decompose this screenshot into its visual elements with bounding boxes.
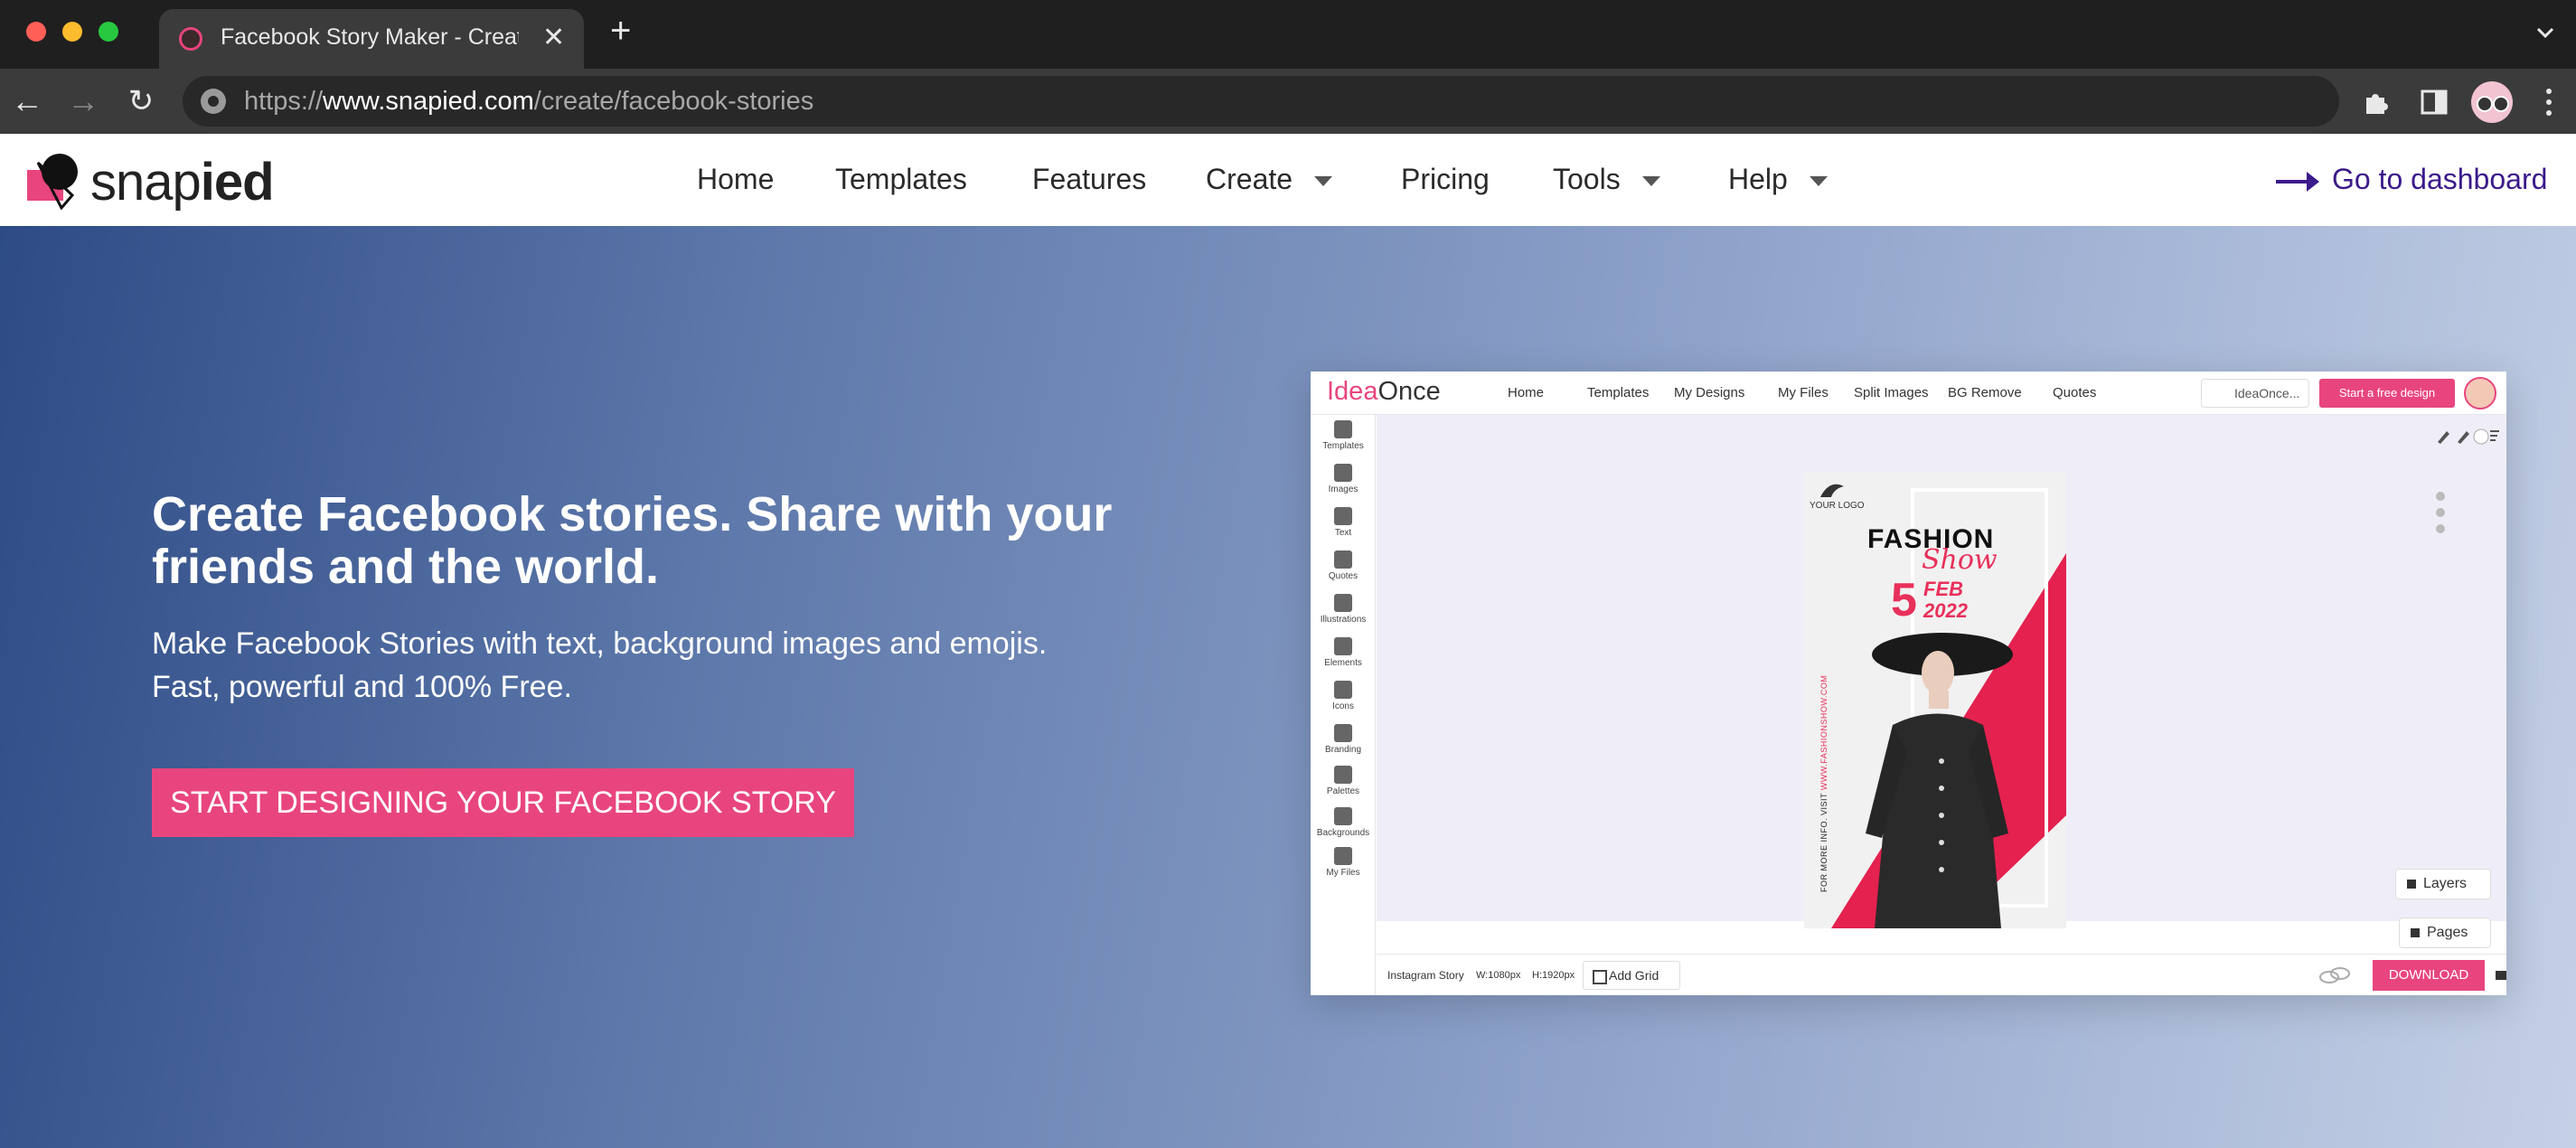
mockup-download-button: DOWNLOAD bbox=[2373, 960, 2485, 991]
mockup-side-text: Text bbox=[1311, 507, 1376, 538]
snapied-logo-text[interactable]: snapied bbox=[90, 152, 275, 212]
chevron-down-icon bbox=[1314, 176, 1333, 187]
editor-preview-image: IdeaOnce Home Templates My Designs My Fi… bbox=[1311, 372, 2506, 995]
nav-help[interactable]: Help bbox=[1728, 134, 1828, 226]
nav-create[interactable]: Create bbox=[1206, 134, 1333, 226]
nav-pricing[interactable]: Pricing bbox=[1401, 134, 1490, 226]
close-window-button[interactable] bbox=[26, 22, 46, 42]
forward-arrow-icon[interactable]: → bbox=[65, 81, 101, 121]
mockup-nav-split-images: Split Images bbox=[1854, 385, 1929, 400]
mockup-layers-button: Layers bbox=[2395, 869, 2491, 899]
leaf-icon bbox=[1334, 681, 1352, 699]
browser-menu-icon[interactable] bbox=[2540, 85, 2558, 119]
hero-subtitle: Make Facebook Stories with text, backgro… bbox=[152, 626, 1048, 704]
mockup-tool-icons bbox=[2438, 428, 2499, 445]
mockup-side-templates: Templates bbox=[1311, 420, 1376, 451]
image-icon bbox=[1334, 464, 1352, 482]
hero-title: Create Facebook stories. Share with your… bbox=[152, 487, 1113, 594]
poster-date: FEB 2022 bbox=[1923, 578, 1968, 622]
browser-tab-bar: Facebook Story Maker - Create ✕ + bbox=[0, 0, 2576, 69]
mockup-side-elements: Elements bbox=[1311, 637, 1376, 668]
url-text[interactable]: https://www.snapied.com/create/facebook-… bbox=[244, 87, 813, 117]
nav-home[interactable]: Home bbox=[697, 134, 774, 226]
mockup-canvas: YOUR LOGO FASHION Show 5 FEB 2022 FOR MOR… bbox=[1377, 415, 2506, 928]
browser-tab-active[interactable]: Facebook Story Maker - Create ✕ bbox=[159, 9, 584, 69]
browser-toolbar: ← → ↻ https://www.snapied.com/create/fac… bbox=[0, 69, 2576, 134]
mockup-topbar: IdeaOnce Home Templates My Designs My Fi… bbox=[1311, 372, 2506, 415]
go-to-dashboard-link[interactable]: Go to dashboard bbox=[2276, 134, 2547, 226]
quote-icon bbox=[1334, 550, 1352, 569]
mockup-start-free-design: Start a free design bbox=[2319, 379, 2455, 408]
mockup-side-my-files: My Files bbox=[1311, 847, 1376, 878]
address-bar[interactable]: https://www.snapied.com/create/facebook-… bbox=[183, 76, 2339, 127]
arrow-right-icon bbox=[2276, 171, 2319, 192]
mockup-social-icons bbox=[2436, 492, 2445, 533]
ideaonce-logo: IdeaOnce bbox=[1327, 377, 1441, 406]
extensions-puzzle-icon[interactable] bbox=[2361, 87, 2392, 118]
illustration-icon bbox=[1334, 594, 1352, 612]
nav-templates[interactable]: Templates bbox=[835, 134, 967, 226]
nav-features[interactable]: Features bbox=[1032, 134, 1146, 226]
mockup-nav-my-files: My Files bbox=[1778, 385, 1829, 400]
poster-logo: YOUR LOGO bbox=[1810, 481, 1865, 511]
chevron-down-icon bbox=[1809, 176, 1828, 187]
grid-icon bbox=[1334, 420, 1352, 438]
poster-logo-icon bbox=[1820, 484, 1844, 497]
new-tab-icon[interactable]: + bbox=[610, 13, 631, 49]
mockup-pages-button: Pages bbox=[2399, 917, 2491, 948]
site-favicon-icon bbox=[179, 27, 202, 51]
poster-model-photo bbox=[1866, 633, 2013, 928]
hero-section: Create Facebook stories. Share with your… bbox=[0, 226, 2576, 1148]
chevron-down-icon bbox=[1641, 176, 1660, 187]
cloud-icon bbox=[1334, 847, 1352, 865]
poster-show-text: Show bbox=[1922, 544, 1998, 576]
mockup-avatar bbox=[2464, 377, 2496, 409]
mockup-nav-quotes: Quotes bbox=[2053, 385, 2097, 400]
close-tab-icon[interactable]: ✕ bbox=[542, 22, 565, 53]
mockup-nav-bg-remove: BG Remove bbox=[1948, 385, 2022, 400]
mockup-add-grid: Add Grid bbox=[1583, 961, 1680, 990]
site-info-icon[interactable] bbox=[201, 89, 226, 114]
nav-tools[interactable]: Tools bbox=[1553, 134, 1660, 226]
profile-avatar[interactable] bbox=[2471, 81, 2513, 123]
gear-icon bbox=[1334, 724, 1352, 742]
mockup-bottom-bar: Instagram Story W:1080px H:1920px Add Gr… bbox=[1377, 954, 2506, 995]
start-designing-button[interactable]: START DESIGNING YOUR FACEBOOK STORY bbox=[152, 768, 854, 837]
site-header: snapied Home Templates Features Create P… bbox=[0, 134, 2576, 226]
back-arrow-icon[interactable]: ← bbox=[9, 81, 45, 121]
side-panel-icon[interactable] bbox=[2419, 87, 2449, 118]
minimize-window-button[interactable] bbox=[62, 22, 82, 42]
mockup-side-palettes: Palettes bbox=[1311, 766, 1376, 796]
mockup-nav-my-designs: My Designs bbox=[1674, 385, 1745, 400]
tab-search-chevron-icon[interactable] bbox=[2533, 20, 2558, 45]
mockup-nav-templates: Templates bbox=[1587, 385, 1650, 400]
mockup-width: W:1080px bbox=[1476, 970, 1521, 981]
pen-icon bbox=[1334, 507, 1352, 525]
mockup-side-icons: Icons bbox=[1311, 681, 1376, 711]
maximize-window-button[interactable] bbox=[99, 22, 118, 42]
mockup-side-images: Images bbox=[1311, 464, 1376, 494]
tab-title: Facebook Story Maker - Create bbox=[221, 24, 519, 50]
pattern-icon bbox=[1334, 807, 1352, 825]
mockup-side-backgrounds: Backgrounds bbox=[1311, 807, 1376, 838]
link-icon bbox=[2319, 967, 2350, 983]
poster-vertical-text: FOR MORE INFO. VISIT WWW.FASHIONSHOW.COM bbox=[1819, 674, 1829, 892]
keyboard-icon bbox=[2496, 971, 2506, 980]
mockup-user-label: IdeaOnce... bbox=[2201, 379, 2309, 408]
mockup-sidebar: Templates Images Text Quotes Illustratio… bbox=[1311, 415, 1376, 995]
mockup-nav-home: Home bbox=[1508, 385, 1545, 400]
mockup-side-illustrations: Illustrations bbox=[1311, 594, 1376, 625]
shapes-icon bbox=[1334, 637, 1352, 655]
poster-design: YOUR LOGO FASHION Show 5 FEB 2022 FOR MOR… bbox=[1804, 472, 2066, 928]
mockup-height: H:1920px bbox=[1532, 970, 1575, 981]
snapied-logo-icon[interactable] bbox=[25, 150, 89, 210]
reload-icon[interactable]: ↻ bbox=[123, 81, 159, 121]
mockup-format: Instagram Story bbox=[1387, 969, 1464, 982]
mockup-side-branding: Branding bbox=[1311, 724, 1376, 755]
mockup-side-quotes: Quotes bbox=[1311, 550, 1376, 581]
palette-icon bbox=[1334, 766, 1352, 784]
